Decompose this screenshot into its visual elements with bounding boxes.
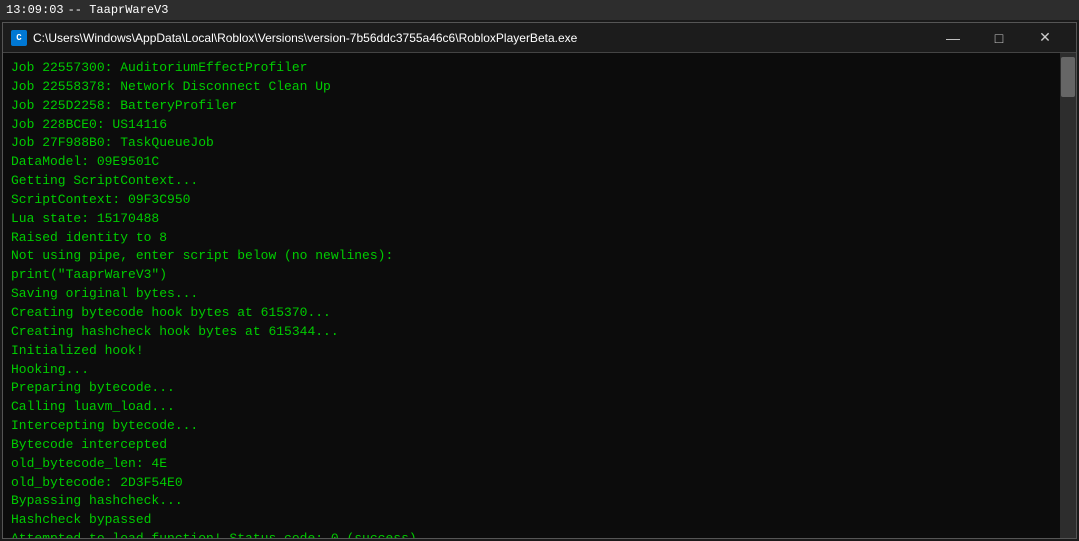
console-line: old_bytecode_len: 4E [11, 455, 1052, 474]
console-line: ScriptContext: 09F3C950 [11, 191, 1052, 210]
console-line: DataModel: 09E9501C [11, 153, 1052, 172]
close-button[interactable]: ✕ [1022, 23, 1068, 53]
console-line: old_bytecode: 2D3F54E0 [11, 474, 1052, 493]
window-icon: C [11, 30, 27, 46]
minimize-button[interactable]: — [930, 23, 976, 53]
console-line: Preparing bytecode... [11, 379, 1052, 398]
title-bar: C C:\Users\Windows\AppData\Local\Roblox\… [3, 23, 1076, 53]
console-area: Job 22557300: AuditoriumEffectProfilerJo… [3, 53, 1076, 538]
console-line: Creating hashcheck hook bytes at 615344.… [11, 323, 1052, 342]
scroll-thumb[interactable] [1061, 57, 1075, 97]
console-line: Attempted to load function! Status code:… [11, 530, 1052, 538]
window-controls: — □ ✕ [930, 23, 1068, 53]
console-line: Job 27F988B0: TaskQueueJob [11, 134, 1052, 153]
console-output[interactable]: Job 22557300: AuditoriumEffectProfilerJo… [3, 53, 1060, 538]
console-window: C C:\Users\Windows\AppData\Local\Roblox\… [2, 22, 1077, 539]
console-line: Job 228BCE0: US14116 [11, 116, 1052, 135]
console-line: Bytecode intercepted [11, 436, 1052, 455]
console-line: Lua state: 15170488 [11, 210, 1052, 229]
console-line: Job 22557300: AuditoriumEffectProfiler [11, 59, 1052, 78]
taskbar-label: -- TaaprWareV3 [68, 3, 169, 17]
console-line: Not using pipe, enter script below (no n… [11, 247, 1052, 266]
console-line: Hooking... [11, 361, 1052, 380]
console-line: Initialized hook! [11, 342, 1052, 361]
console-line: Hashcheck bypassed [11, 511, 1052, 530]
console-line: Bypassing hashcheck... [11, 492, 1052, 511]
console-line: Calling luavm_load... [11, 398, 1052, 417]
console-line: Job 22558378: Network Disconnect Clean U… [11, 78, 1052, 97]
console-line: print("TaaprWareV3") [11, 266, 1052, 285]
console-line: Saving original bytes... [11, 285, 1052, 304]
taskbar: 13:09:03 -- TaaprWareV3 [0, 0, 1079, 20]
maximize-button[interactable]: □ [976, 23, 1022, 53]
console-line: Intercepting bytecode... [11, 417, 1052, 436]
taskbar-time: 13:09:03 [6, 3, 64, 17]
console-line: Raised identity to 8 [11, 229, 1052, 248]
console-line: Getting ScriptContext... [11, 172, 1052, 191]
scrollbar[interactable] [1060, 53, 1076, 538]
console-line: Creating bytecode hook bytes at 615370..… [11, 304, 1052, 323]
window-title: C:\Users\Windows\AppData\Local\Roblox\Ve… [33, 31, 922, 45]
console-line: Job 225D2258: BatteryProfiler [11, 97, 1052, 116]
